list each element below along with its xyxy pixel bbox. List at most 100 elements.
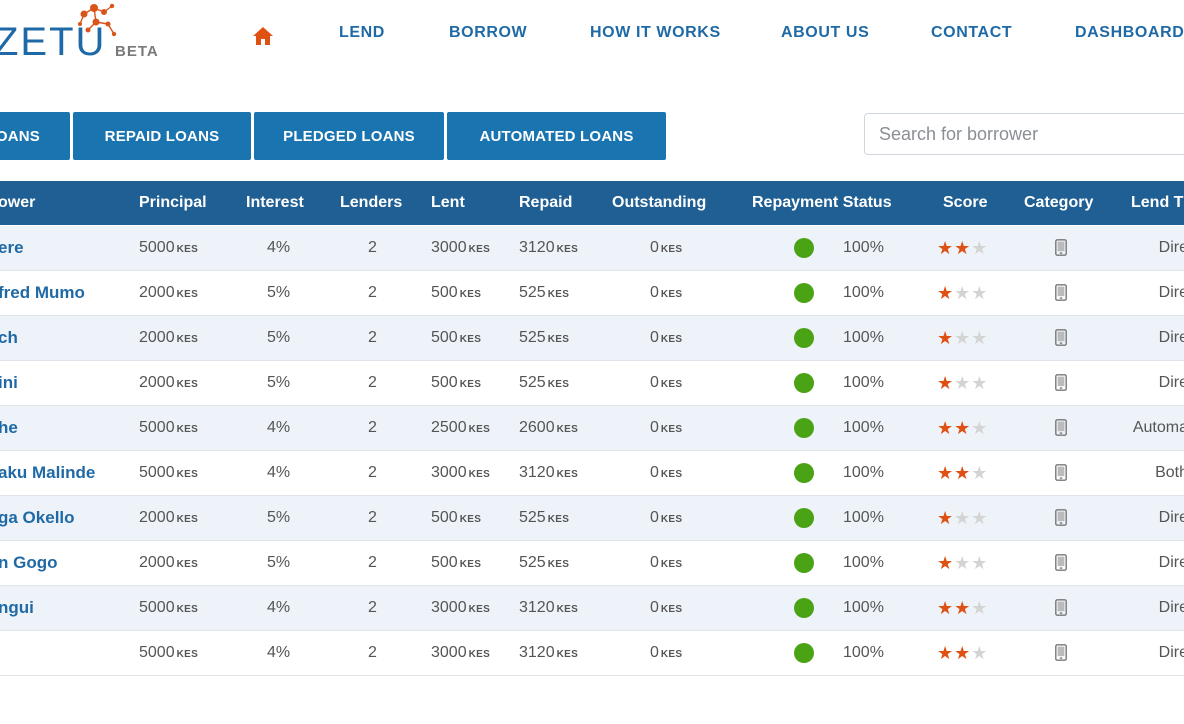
- col-category[interactable]: Category: [1024, 181, 1093, 225]
- borrower-name-link[interactable]: ini: [0, 361, 18, 405]
- tab-loans[interactable]: OANS: [0, 112, 70, 160]
- principal-cell: 2000 KES: [139, 541, 198, 585]
- table-row[interactable]: n Gogo 2000 KES 5% 2 500 KES 525 KES 0 KES 100% ★★★ D…: [0, 541, 1184, 586]
- table-row[interactable]: ere 5000 KES 4% 2 3000 KES 3120 KES 0 KES 100% ★★★ Di…: [0, 226, 1184, 271]
- nav-dashboard[interactable]: DASHBOARD: [1075, 24, 1184, 42]
- borrower-name-link[interactable]: ngui: [0, 586, 34, 630]
- repayment-status-cell: 100%: [843, 284, 884, 301]
- borrower-name-link[interactable]: n Gogo: [0, 541, 57, 585]
- borrower-name-link[interactable]: he: [0, 406, 18, 450]
- borrower-name-link[interactable]: ga Okello: [0, 496, 75, 540]
- table-row[interactable]: ga Okello 2000 KES 5% 2 500 KES 525 KES 0 KES 100% ★…: [0, 496, 1184, 541]
- repaid-cell: 525 KES: [519, 271, 569, 315]
- tab-repaid-loans[interactable]: REPAID LOANS: [73, 112, 251, 160]
- col-lent[interactable]: Lent: [431, 181, 465, 225]
- nav-about-us[interactable]: ABOUT US: [781, 24, 869, 42]
- col-repaid[interactable]: Repaid: [519, 181, 572, 225]
- currency-unit: KES: [176, 379, 199, 390]
- loans-table-header: ower Principal Interest Lenders Lent Rep…: [0, 181, 1184, 225]
- currency-unit: KES: [547, 559, 570, 570]
- status-dot-icon: [794, 283, 814, 303]
- repaid-cell-value: 3120: [519, 599, 555, 616]
- home-icon[interactable]: [252, 26, 274, 46]
- col-lend-type[interactable]: Lend T: [1131, 181, 1183, 225]
- interest-cell: 5%: [267, 329, 291, 346]
- mobile-phone-icon: [1055, 329, 1067, 346]
- outstanding-cell: 0 KES: [650, 496, 682, 540]
- interest-cell: 4%: [267, 239, 291, 256]
- status-dot-icon: [794, 598, 814, 618]
- col-lenders[interactable]: Lenders: [340, 181, 402, 225]
- lenders-cell: 2: [368, 554, 377, 571]
- score-stars: ★★★: [937, 316, 988, 360]
- mobile-phone-icon: [1055, 644, 1067, 661]
- table-row[interactable]: ch 2000 KES 5% 2 500 KES 525 KES 0 KES 100% ★★★ Dire: [0, 316, 1184, 361]
- star-icon: ★: [971, 508, 989, 528]
- lend-type-cell: Both: [1155, 464, 1184, 481]
- table-row[interactable]: ngui 5000 KES 4% 2 3000 KES 3120 KES 0 KES 100% ★★★ D…: [0, 586, 1184, 631]
- nav-lend[interactable]: LEND: [339, 24, 385, 42]
- interest-cell: 4%: [267, 464, 291, 481]
- interest-cell: 4%: [267, 599, 291, 616]
- lenders-cell: 2: [368, 644, 377, 661]
- currency-unit: KES: [176, 424, 199, 435]
- search-borrower-input[interactable]: [864, 113, 1184, 155]
- lenders-cell: 2: [368, 464, 377, 481]
- currency-unit: KES: [660, 334, 683, 345]
- mobile-phone-icon: [1055, 509, 1067, 526]
- col-borrower[interactable]: ower: [0, 181, 35, 225]
- currency-unit: KES: [547, 334, 570, 345]
- borrower-name-link[interactable]: ch: [0, 316, 18, 360]
- mobile-phone-icon: [1055, 374, 1067, 391]
- star-icon: ★: [937, 643, 955, 663]
- outstanding-cell-value: 0: [650, 554, 659, 571]
- tab-pledged-loans[interactable]: PLEDGED LOANS: [254, 112, 444, 160]
- repaid-cell: 3120 KES: [519, 586, 578, 630]
- table-row[interactable]: 5000 KES 4% 2 3000 KES 3120 KES 0 KES 100% ★★★ Dire: [0, 631, 1184, 676]
- table-row[interactable]: ini 2000 KES 5% 2 500 KES 525 KES 0 KES 100% ★★★ Dire: [0, 361, 1184, 406]
- repayment-status-cell: 100%: [843, 239, 884, 256]
- lent-cell-value: 3000: [431, 644, 467, 661]
- principal-cell-value: 5000: [139, 419, 175, 436]
- borrower-name-link[interactable]: aku Malinde: [0, 451, 95, 495]
- nav-how-it-works[interactable]: HOW IT WORKS: [590, 24, 721, 42]
- currency-unit: KES: [556, 469, 579, 480]
- star-icon: ★: [971, 328, 989, 348]
- col-principal[interactable]: Principal: [139, 181, 207, 225]
- borrower-name-link[interactable]: fred Mumo: [0, 271, 85, 315]
- nav-contact[interactable]: CONTACT: [931, 24, 1012, 42]
- principal-cell: 2000 KES: [139, 361, 198, 405]
- currency-unit: KES: [556, 649, 579, 660]
- lenders-cell: 2: [368, 509, 377, 526]
- col-repayment-status[interactable]: Repayment Status: [752, 181, 892, 225]
- col-score[interactable]: Score: [943, 181, 987, 225]
- star-icon: ★: [954, 553, 972, 573]
- lenders-cell: 2: [368, 329, 377, 346]
- table-row[interactable]: aku Malinde 5000 KES 4% 2 3000 KES 3120 KES 0 KES 1…: [0, 451, 1184, 496]
- lend-type-cell: Automa: [1132, 419, 1184, 436]
- nav-borrow[interactable]: BORROW: [449, 24, 527, 42]
- borrower-name-link[interactable]: ere: [0, 226, 24, 270]
- table-row[interactable]: he 5000 KES 4% 2 2500 KES 2600 KES 0 KES 100% ★★★ Aut…: [0, 406, 1184, 451]
- currency-unit: KES: [459, 379, 482, 390]
- currency-unit: KES: [556, 604, 579, 615]
- repaid-cell-value: 3120: [519, 239, 555, 256]
- lent-cell-value: 3000: [431, 239, 467, 256]
- star-icon: ★: [937, 508, 955, 528]
- currency-unit: KES: [660, 604, 683, 615]
- principal-cell-value: 5000: [139, 239, 175, 256]
- brand-logo[interactable]: ZETU BETA: [0, 0, 164, 70]
- currency-unit: KES: [176, 604, 199, 615]
- currency-unit: KES: [176, 244, 199, 255]
- mobile-phone-icon: [1055, 554, 1067, 571]
- table-row[interactable]: fred Mumo 2000 KES 5% 2 500 KES 525 KES 0 KES 100% ★…: [0, 271, 1184, 316]
- principal-cell: 5000 KES: [139, 451, 198, 495]
- col-interest[interactable]: Interest: [246, 181, 304, 225]
- lent-cell: 500 KES: [431, 541, 481, 585]
- currency-unit: KES: [459, 334, 482, 345]
- lenders-cell: 2: [368, 419, 377, 436]
- tab-automated-loans[interactable]: AUTOMATED LOANS: [447, 112, 666, 160]
- outstanding-cell-value: 0: [650, 239, 659, 256]
- currency-unit: KES: [468, 424, 491, 435]
- col-outstanding[interactable]: Outstanding: [612, 181, 706, 225]
